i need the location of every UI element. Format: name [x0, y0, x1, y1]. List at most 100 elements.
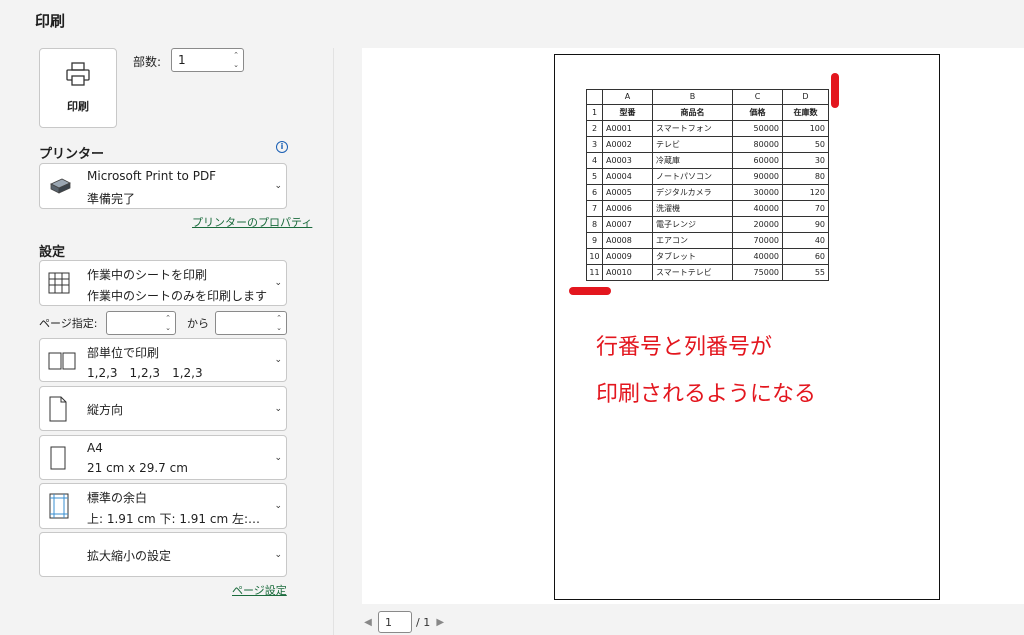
orientation-dropdown[interactable]: 縦方向 ⌄: [39, 386, 287, 431]
table-header-row: 1 型番 商品名 価格 在庫数: [586, 104, 829, 121]
settings-heading: 設定: [39, 245, 66, 260]
table-cell: 90: [782, 216, 829, 233]
table-cell: 60000: [732, 152, 783, 169]
table-cell: 40000: [732, 248, 783, 265]
column-header: C: [732, 89, 783, 105]
row-number: 4: [586, 152, 603, 169]
table-cell: A0008: [602, 232, 653, 249]
chevron-down-icon: ⌄: [274, 453, 282, 463]
paper-size-title: A4: [87, 441, 103, 455]
table-cell: A0002: [602, 136, 653, 153]
printer-icon: [65, 62, 91, 90]
table-cell: 20000: [732, 216, 783, 233]
table-cell: A0006: [602, 200, 653, 217]
table-row: 11 A0010 スマートテレビ 75000 55: [586, 264, 829, 281]
panel-divider: [333, 48, 334, 635]
row-number: 2: [586, 120, 603, 137]
printer-dropdown[interactable]: Microsoft Print to PDF 準備完了 ⌄: [39, 163, 287, 209]
annotation-line-2: 印刷されるようになる: [596, 382, 817, 407]
column-header: B: [652, 89, 733, 105]
page-range-to-input[interactable]: ⌃ ⌄: [215, 311, 287, 335]
annotation-line-1: 行番号と列番号が: [596, 335, 773, 360]
table-cell: 100: [782, 120, 829, 137]
stepper-arrows-icon[interactable]: ⌃ ⌄: [276, 313, 282, 333]
header-cell: 商品名: [652, 104, 733, 121]
table-cell: 90000: [732, 168, 783, 185]
printer-properties-link[interactable]: プリンターのプロパティ: [192, 214, 312, 230]
paper-size-icon: [48, 446, 68, 474]
column-header: D: [782, 89, 829, 105]
table-cell: A0003: [602, 152, 653, 169]
copies-stepper[interactable]: 1 ⌃ ⌄: [171, 48, 244, 72]
row-number: 10: [586, 248, 603, 265]
copies-label: 部数:: [133, 55, 162, 69]
table-row: 3 A0002 テレビ 80000 50: [586, 136, 829, 153]
column-header-row: A B C D: [586, 89, 829, 105]
sheet-body: 2 A0001 スマートフォン 50000 100 3 A0002 テレビ 80000 50 4 A0…: [586, 120, 829, 281]
table-cell: 70: [782, 200, 829, 217]
header-cell: 型番: [602, 104, 653, 121]
chevron-down-icon: ⌄: [274, 550, 282, 560]
row-number: 8: [586, 216, 603, 233]
row-number: 5: [586, 168, 603, 185]
chevron-down-icon: ⌄: [274, 355, 282, 365]
chevron-down-icon: ⌄: [274, 404, 282, 414]
next-page-icon[interactable]: ▶: [434, 617, 446, 628]
row-number: 9: [586, 232, 603, 249]
table-cell: 冷蔵庫: [652, 152, 733, 169]
table-row: 10 A0009 タブレット 40000 60: [586, 248, 829, 265]
table-cell: A0007: [602, 216, 653, 233]
table-cell: A0001: [602, 120, 653, 137]
table-row: 6 A0005 デジタルカメラ 30000 120: [586, 184, 829, 201]
table-cell: 70000: [732, 232, 783, 249]
margins-icon: [48, 493, 70, 523]
chevron-down-icon: ⌄: [274, 501, 282, 511]
header-cell: 価格: [732, 104, 783, 121]
table-cell: 40000: [732, 200, 783, 217]
table-cell: スマートフォン: [652, 120, 733, 137]
printer-name: Microsoft Print to PDF: [87, 169, 217, 183]
collation-desc: 1,2,3 1,2,3 1,2,3: [87, 366, 203, 380]
orientation-label: 縦方向: [87, 403, 124, 417]
table-cell: 60: [782, 248, 829, 265]
stepper-arrows-icon[interactable]: ⌃ ⌄: [165, 313, 171, 333]
page-range-label: ページ指定:: [39, 317, 98, 330]
table-row: 9 A0008 エアコン 70000 40: [586, 232, 829, 249]
table-cell: 75000: [732, 264, 783, 281]
table-row: 4 A0003 冷蔵庫 60000 30: [586, 152, 829, 169]
table-cell: 80: [782, 168, 829, 185]
table-cell: 50: [782, 136, 829, 153]
print-button[interactable]: 印刷: [39, 48, 117, 128]
collation-dropdown[interactable]: 部単位で印刷 1,2,3 1,2,3 1,2,3 ⌄: [39, 338, 287, 382]
table-cell: エアコン: [652, 232, 733, 249]
table-row: 7 A0006 洗濯機 40000 70: [586, 200, 829, 217]
row-number: 1: [586, 104, 603, 121]
header-cell: 在庫数: [782, 104, 829, 121]
current-page-input[interactable]: 1: [378, 611, 412, 633]
paper-size-dropdown[interactable]: A4 21 cm x 29.7 cm ⌄: [39, 435, 287, 480]
row-number-marker: [569, 287, 611, 295]
printer-heading: プリンター: [39, 147, 105, 162]
table-cell: 50000: [732, 120, 783, 137]
chevron-down-icon: ⌄: [274, 181, 282, 191]
scaling-dropdown[interactable]: 拡大縮小の設定 ⌄: [39, 532, 287, 577]
table-cell: 120: [782, 184, 829, 201]
row-number: 3: [586, 136, 603, 153]
table-row: 2 A0001 スマートフォン 50000 100: [586, 120, 829, 137]
page-setup-link[interactable]: ページ設定: [232, 582, 287, 598]
portrait-page-icon: [48, 396, 68, 426]
print-scope-dropdown[interactable]: 作業中のシートを印刷 作業中のシートのみを印刷します ⌄: [39, 260, 287, 306]
previous-page-icon[interactable]: ◀: [362, 617, 374, 628]
print-scope-desc: 作業中のシートのみを印刷します: [87, 289, 268, 303]
column-header-marker: [831, 73, 839, 108]
stepper-arrows-icon[interactable]: ⌃ ⌄: [233, 50, 239, 70]
table-row: 5 A0004 ノートパソコン 90000 80: [586, 168, 829, 185]
info-icon[interactable]: i: [276, 141, 288, 153]
page-range-from-input[interactable]: ⌃ ⌄: [106, 311, 176, 335]
margins-dropdown[interactable]: 標準の余白 上: 1.91 cm 下: 1.91 cm 左:… ⌄: [39, 483, 287, 529]
printer-status: 準備完了: [87, 192, 136, 206]
table-cell: A0009: [602, 248, 653, 265]
column-header: A: [602, 89, 653, 105]
table-cell: 30: [782, 152, 829, 169]
table-cell: A0004: [602, 168, 653, 185]
